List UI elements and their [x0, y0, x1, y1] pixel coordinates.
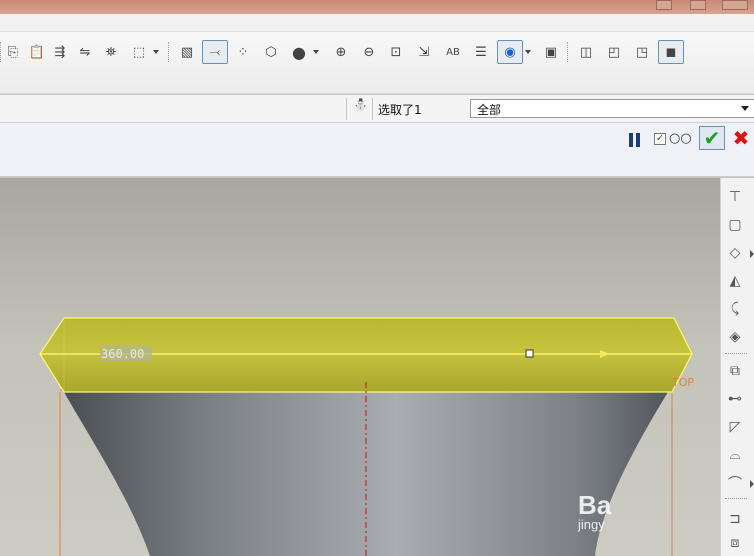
toolbar-separator [168, 42, 169, 62]
thicken-icon[interactable]: ⌒ [724, 472, 746, 494]
graphics-viewport[interactable]: 360.00 TOP Ba jingy [0, 178, 720, 556]
divider [346, 98, 347, 120]
extend-icon[interactable]: ⧈ [724, 532, 746, 554]
zoom-in-icon[interactable]: ⊕ [330, 40, 352, 64]
no-hidden-icon[interactable]: ◳ [631, 40, 653, 64]
view-manager-icon[interactable]: ▣ [540, 40, 562, 64]
paste-icon[interactable]: 📋 [26, 40, 48, 64]
rib-icon[interactable]: ⊤ [724, 186, 746, 208]
selection-box-icon[interactable]: ⬚ [126, 40, 152, 64]
toolbar-separator [567, 42, 568, 62]
filter-select[interactable]: 全部 [470, 99, 754, 118]
solidify-icon[interactable]: ⊐ [724, 508, 746, 530]
dimension-value: 360.00 [101, 347, 144, 361]
ok-button[interactable]: ✔ [699, 126, 725, 150]
reorient-icon[interactable]: ⇲ [413, 40, 435, 64]
preview-glasses-icon[interactable]: ○○ [669, 131, 692, 146]
refit-icon[interactable]: ⊡ [385, 40, 407, 64]
datum-plane-display-icon[interactable]: ▧ [176, 40, 198, 64]
toolbar-separator [0, 42, 1, 62]
datum-plane-label: TOP [671, 376, 694, 389]
maximize-icon[interactable] [690, 0, 706, 10]
round-icon[interactable]: ◭ [724, 270, 746, 292]
layers-icon[interactable]: ☰ [470, 40, 492, 64]
hidden-line-icon[interactable]: ◰ [603, 40, 625, 64]
selection-row: ⛄ 选取了1 全部 [0, 95, 754, 123]
close-icon[interactable] [722, 0, 748, 10]
offset-icon[interactable]: ⌓ [724, 444, 746, 466]
chevron-down-icon[interactable] [741, 106, 749, 111]
preview-checkbox[interactable]: ✓ [654, 133, 666, 145]
chevron-right-icon[interactable] [750, 480, 754, 488]
feature-dashboard: ⛄ 选取了1 全部 ✓ ○○ ✔ ✖ [0, 95, 754, 177]
shell-icon[interactable]: ▢ [724, 214, 746, 236]
paste-special-icon[interactable]: ⇶ [49, 40, 71, 64]
filter-value: 全部 [477, 103, 502, 117]
checkmark-icon: ✔ [703, 126, 721, 150]
spin-center-icon[interactable]: ◉ [497, 40, 523, 64]
trim-icon[interactable]: ◸ [724, 416, 746, 438]
drag-handle [525, 349, 534, 358]
find-icon[interactable]: ⛯ [100, 40, 122, 64]
coordinate-system-display-icon[interactable]: ⬡ [260, 40, 282, 64]
copy-icon[interactable]: ⎘ [2, 40, 24, 64]
selection-icon: ⛄ [353, 98, 368, 112]
datum-point-display-icon[interactable]: ⁘ [232, 40, 254, 64]
window-title-bar [0, 0, 754, 14]
datum-axis-display-icon[interactable]: ⤙ [202, 40, 228, 64]
merge-icon[interactable]: ⊷ [724, 388, 746, 410]
model-canvas: 360.00 TOP [39, 317, 694, 556]
selection-count-label: 选取了1 [378, 103, 422, 117]
main-toolbar: ⎘ 📋 ⇶ ⇋ ⛯ ⬚ ▧ ⤙ ⁘ ⬡ ● ⊕ ⊖ ⊡ ⇲ AB ☰ ◉ ▣ ◫… [0, 32, 754, 94]
divider [372, 98, 373, 120]
shaded-icon[interactable]: ◼ [658, 40, 684, 64]
chevron-down-icon[interactable] [525, 50, 531, 54]
chamfer-icon[interactable]: ⤹ [724, 298, 746, 320]
watermark: Ba jingy [578, 490, 611, 532]
close-icon: ✖ [732, 126, 750, 150]
wireframe-icon[interactable]: ◫ [575, 40, 597, 64]
pause-icon[interactable] [629, 133, 641, 147]
annotation-display-icon[interactable]: AB [442, 40, 464, 64]
draft-icon[interactable]: ◇ [724, 242, 746, 264]
pattern-icon[interactable]: ◈ [724, 326, 746, 348]
chevron-down-icon[interactable] [153, 50, 159, 54]
menu-bar [0, 14, 754, 32]
chevron-right-icon[interactable] [750, 250, 754, 258]
mirror-tool-icon[interactable]: ⧉ [724, 360, 746, 382]
zoom-out-icon[interactable]: ⊖ [358, 40, 380, 64]
right-feature-toolbar: ⊤ ▢ ◇ ◭ ⤹ ◈ ⧉ ⊷ ◸ ⌓ ⌒ ⊐ ⧈ [720, 178, 754, 556]
cancel-button[interactable]: ✖ [731, 126, 751, 150]
shading-icon[interactable]: ● [288, 40, 310, 64]
chevron-down-icon[interactable] [313, 50, 319, 54]
toolbar-separator [725, 498, 747, 499]
mirror-icon[interactable]: ⇋ [74, 40, 96, 64]
toolbar-separator [725, 353, 747, 354]
minimize-icon[interactable] [656, 0, 672, 10]
